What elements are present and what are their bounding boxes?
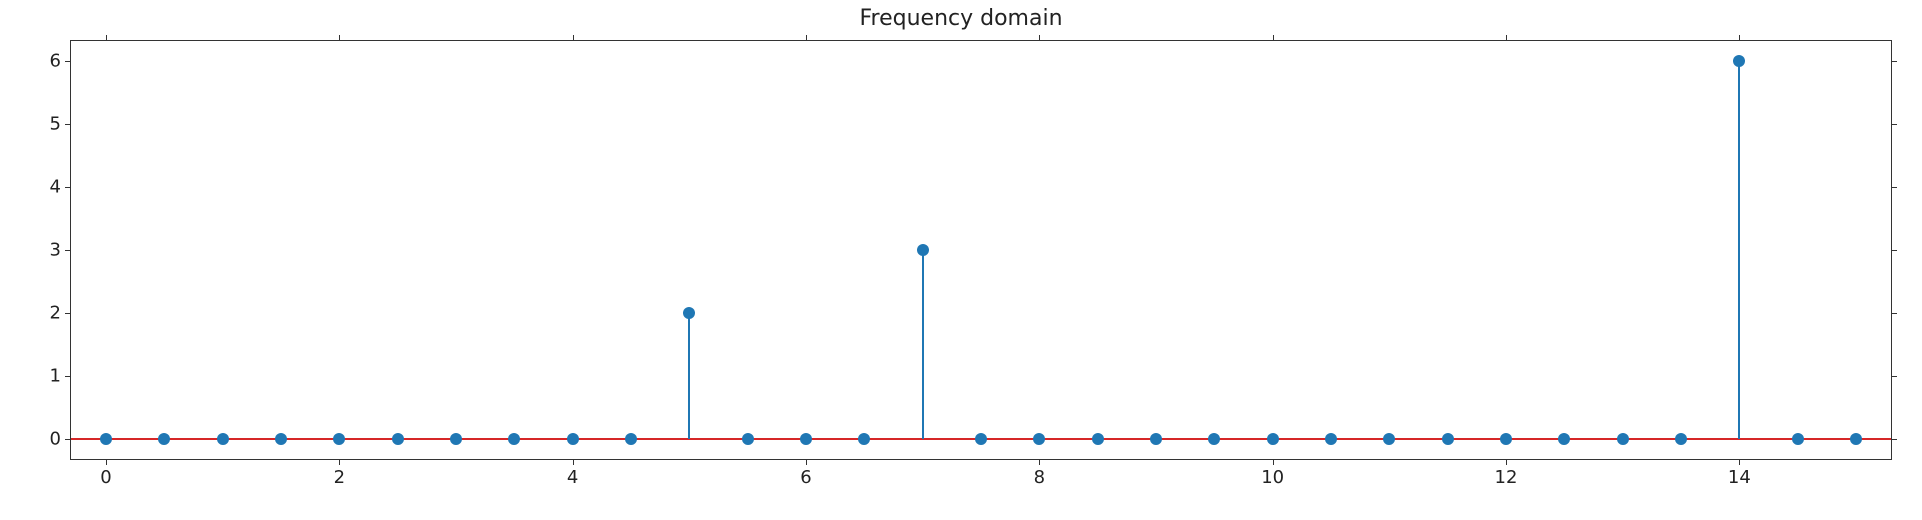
- data-marker: [1442, 433, 1454, 445]
- x-tick-mark: [1273, 459, 1274, 465]
- data-marker: [1150, 433, 1162, 445]
- x-tick-mark: [1739, 35, 1740, 41]
- data-marker: [1267, 433, 1279, 445]
- y-tick-mark: [1891, 313, 1897, 314]
- x-tick-mark: [1506, 459, 1507, 465]
- data-marker: [1033, 433, 1045, 445]
- x-tick-mark: [106, 35, 107, 41]
- x-tick-mark: [806, 459, 807, 465]
- data-marker: [567, 433, 579, 445]
- y-tick-mark: [1891, 124, 1897, 125]
- data-marker: [1733, 55, 1745, 67]
- data-marker: [1617, 433, 1629, 445]
- data-marker: [1792, 433, 1804, 445]
- data-marker: [742, 433, 754, 445]
- data-marker: [1383, 433, 1395, 445]
- x-tick-mark: [573, 459, 574, 465]
- x-tick-mark: [806, 35, 807, 41]
- data-marker: [975, 433, 987, 445]
- data-marker: [333, 433, 345, 445]
- y-tick-mark: [65, 313, 71, 314]
- data-marker: [450, 433, 462, 445]
- x-tick-mark: [339, 35, 340, 41]
- stem: [688, 313, 690, 439]
- data-marker: [1500, 433, 1512, 445]
- plot-area: 012345602468101214: [70, 40, 1892, 460]
- y-tick-mark: [1891, 250, 1897, 251]
- data-marker: [683, 307, 695, 319]
- y-tick-mark: [1891, 61, 1897, 62]
- data-marker: [858, 433, 870, 445]
- y-tick-mark: [1891, 187, 1897, 188]
- x-tick-mark: [106, 459, 107, 465]
- x-tick-mark: [1039, 459, 1040, 465]
- chart-title: Frequency domain: [0, 6, 1922, 31]
- data-marker: [1850, 433, 1862, 445]
- data-marker: [625, 433, 637, 445]
- data-marker: [275, 433, 287, 445]
- data-marker: [100, 433, 112, 445]
- data-marker: [1092, 433, 1104, 445]
- y-tick-mark: [65, 376, 71, 377]
- data-marker: [508, 433, 520, 445]
- x-tick-mark: [1506, 35, 1507, 41]
- y-tick-mark: [1891, 439, 1897, 440]
- y-tick-mark: [65, 187, 71, 188]
- stem: [1738, 61, 1740, 439]
- data-marker: [1558, 433, 1570, 445]
- data-marker: [392, 433, 404, 445]
- x-tick-mark: [1273, 35, 1274, 41]
- data-marker: [917, 244, 929, 256]
- y-tick-mark: [1891, 376, 1897, 377]
- y-tick-mark: [65, 124, 71, 125]
- data-marker: [800, 433, 812, 445]
- data-marker: [1675, 433, 1687, 445]
- x-tick-mark: [1039, 35, 1040, 41]
- x-tick-mark: [1739, 459, 1740, 465]
- stem: [922, 250, 924, 439]
- chart-container: Frequency domain 012345602468101214: [0, 0, 1922, 520]
- y-tick-mark: [65, 61, 71, 62]
- y-tick-mark: [65, 250, 71, 251]
- data-marker: [158, 433, 170, 445]
- data-marker: [1325, 433, 1337, 445]
- x-tick-mark: [573, 35, 574, 41]
- x-tick-mark: [339, 459, 340, 465]
- data-marker: [1208, 433, 1220, 445]
- data-marker: [217, 433, 229, 445]
